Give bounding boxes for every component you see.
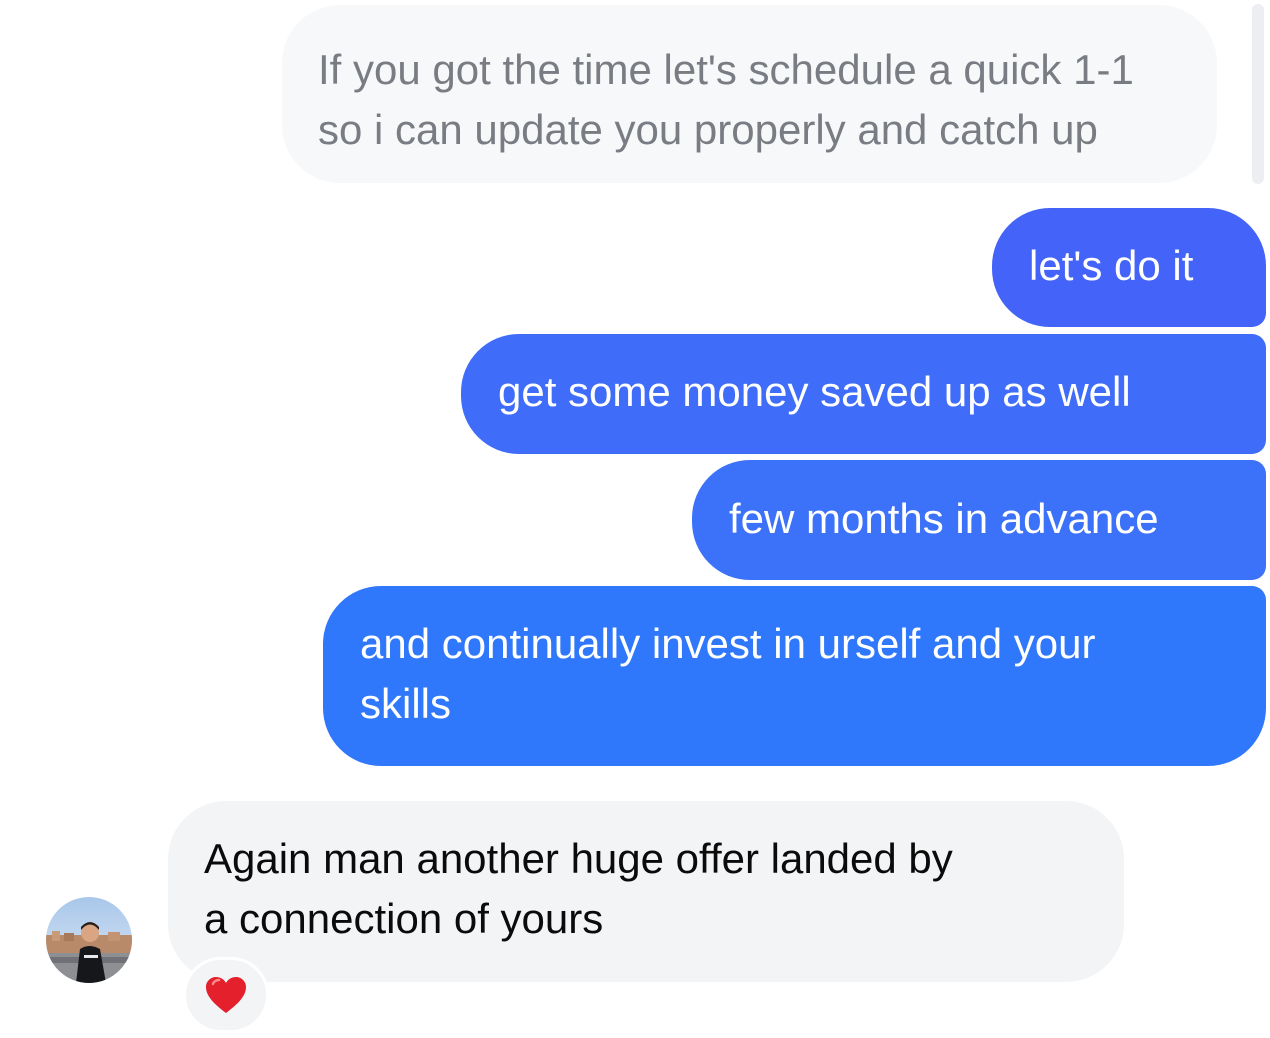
message-text-line: so i can update you properly and catch u… [318,106,1098,153]
incoming-message-bubble[interactable]: If you got the time let's schedule a qui… [282,5,1217,183]
scroll-indicator[interactable] [1252,4,1264,184]
message-text-line: Again man another huge offer landed by [204,835,953,882]
heart-icon [206,977,246,1013]
outgoing-message-bubble[interactable]: let's do it [992,208,1266,327]
incoming-message-bubble[interactable]: Again man another huge offer landed by a… [168,801,1124,982]
sender-avatar[interactable] [46,897,132,983]
message-text-line: let's do it [1029,242,1194,289]
outgoing-message-bubble[interactable]: get some money saved up as well [461,334,1266,454]
message-text-line: get some money saved up as well [498,368,1131,415]
message-text-line: If you got the time let's schedule a qui… [318,46,1134,93]
message-text-line: a connection of yours [204,895,604,942]
avatar-photo-icon [46,897,132,983]
outgoing-message-bubble[interactable]: and continually invest in urself and you… [323,586,1266,766]
heart-reaction[interactable] [183,957,269,1033]
message-text-line: and continually invest in urself and you… [360,620,1096,667]
outgoing-message-bubble[interactable]: few months in advance [692,460,1266,580]
message-text-line: skills [360,680,451,727]
message-text-line: few months in advance [729,495,1159,542]
